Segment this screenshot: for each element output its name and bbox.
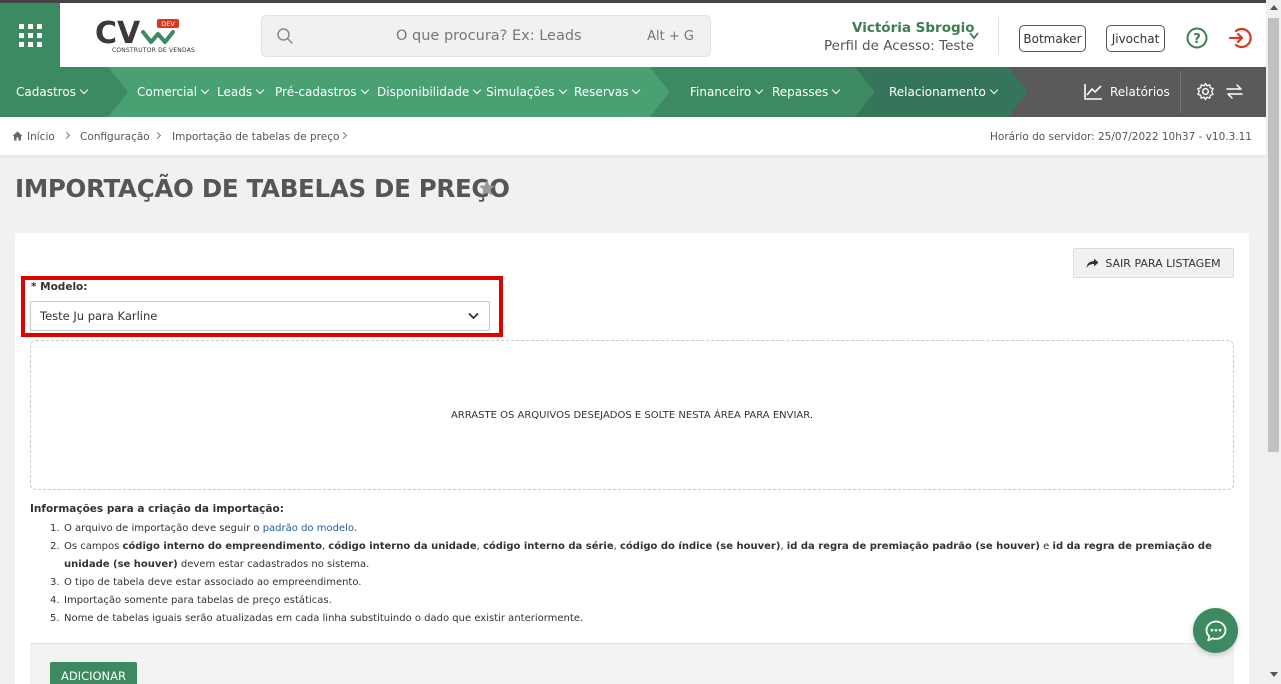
logo-subtitle: CONSTRUTOR DE VENDAS <box>112 47 196 54</box>
exit-to-list-label: SAIR PARA LISTAGEM <box>1105 256 1221 270</box>
svg-text:?: ? <box>1193 32 1201 47</box>
jivochat-button[interactable]: Jivochat <box>1106 25 1165 52</box>
chat-button[interactable] <box>1193 608 1238 653</box>
search-placeholder: O que procura? Ex: Leads <box>396 28 582 44</box>
home-icon <box>12 131 23 141</box>
chevron-down-icon <box>473 85 482 95</box>
main-nav: Cadastros Comercial Leads Pré-cadastros … <box>0 67 1266 117</box>
divider <box>1180 71 1181 113</box>
gear-icon[interactable] <box>1196 82 1215 101</box>
list-item: 1. O arquivo de importação deve seguir o… <box>50 523 357 534</box>
chevron-down-icon <box>632 85 641 95</box>
search-icon <box>277 28 293 44</box>
botmaker-button[interactable]: Botmaker <box>1019 25 1086 52</box>
chevron-right-icon <box>62 131 71 140</box>
nav-relacionamento[interactable]: Relacionamento <box>889 67 999 117</box>
list-item: 2. Os campos código interno do empreendi… <box>50 541 1212 570</box>
chevron-down-icon <box>989 85 999 95</box>
chat-bubble-icon <box>1205 620 1226 641</box>
add-button[interactable]: ADICIONAR <box>50 662 137 684</box>
model-select[interactable]: Teste Ju para Karline <box>30 301 490 331</box>
form-footer <box>30 644 1234 684</box>
scroll-down-arrow-icon[interactable] <box>1270 672 1278 677</box>
chevron-down-icon <box>755 85 764 95</box>
nav-simulacoes[interactable]: Simulações <box>486 67 567 117</box>
logo-text: CV <box>95 16 141 51</box>
scroll-up-arrow-icon[interactable] <box>1270 5 1278 10</box>
file-dropzone[interactable]: ARRASTE OS ARQUIVOS DESEJADOS E SOLTE NE… <box>30 340 1234 490</box>
logo-badge: DEV <box>161 20 175 28</box>
breadcrumb: Início Configuração Importação de tabela… <box>0 117 1266 155</box>
server-time: Horário do servidor: 25/07/2022 10h37 - … <box>990 131 1252 143</box>
dropzone-text: ARRASTE OS ARQUIVOS DESEJADOS E SOLTE NE… <box>450 409 814 421</box>
top-bar: CV DEV CONSTRUTOR DE VENDAS O que procur… <box>0 0 1266 67</box>
list-item: 3. O tipo de tabela deve estar associado … <box>50 577 362 588</box>
apps-grid-icon <box>18 23 42 47</box>
help-icon[interactable]: ? <box>1186 27 1208 49</box>
chevron-down-icon <box>200 85 210 95</box>
chevron-down-icon <box>79 85 89 95</box>
scrollbar-thumb[interactable] <box>1268 18 1279 452</box>
chevron-down-icon[interactable] <box>968 31 980 41</box>
list-item: 5. Nome de tabelas iguais serão atualizad… <box>50 613 584 624</box>
breadcrumb-current[interactable]: Importação de tabelas de preço <box>172 131 339 143</box>
model-label: * Modelo: <box>31 281 88 293</box>
nav-repasses[interactable]: Repasses <box>772 67 841 117</box>
logout-icon[interactable] <box>1228 26 1252 50</box>
divider <box>998 17 999 55</box>
model-select-value: Teste Ju para Karline <box>40 309 158 323</box>
nav-comercial[interactable]: Comercial <box>137 67 210 117</box>
chevron-right-icon <box>339 131 348 140</box>
chevron-down-icon <box>255 85 265 95</box>
search-input[interactable]: O que procura? Ex: Leads Alt + G <box>261 15 711 57</box>
user-name[interactable]: Victória Sbrogio <box>852 20 975 36</box>
nav-reservas[interactable]: Reservas <box>574 67 641 117</box>
chevron-down-icon <box>832 85 841 95</box>
apps-menu-button[interactable] <box>0 3 60 67</box>
page-title: IMPORTAÇÃO DE TABELAS DE PREÇO <box>15 174 510 203</box>
chevron-right-icon <box>153 131 162 140</box>
search-shortcut: Alt + G <box>647 29 694 44</box>
nav-disponibilidade[interactable]: Disponibilidade <box>377 67 482 117</box>
info-title: Informações para a criação da importação… <box>30 503 284 515</box>
model-template-link[interactable]: padrão do modelo <box>263 523 354 534</box>
nav-cadastros[interactable]: Cadastros <box>16 67 89 117</box>
nav-financeiro[interactable]: Financeiro <box>690 67 764 117</box>
chevron-down-icon <box>558 85 567 95</box>
chevron-down-icon <box>468 312 479 320</box>
share-arrow-icon <box>1086 258 1099 268</box>
exit-to-list-button[interactable]: SAIR PARA LISTAGEM <box>1073 248 1234 278</box>
info-list: 1. O arquivo de importação deve seguir o… <box>50 520 1220 628</box>
chevron-down-icon <box>360 85 369 95</box>
breadcrumb-home[interactable]: Início <box>27 131 55 143</box>
breadcrumb-configuracao[interactable]: Configuração <box>80 131 150 143</box>
nav-pre-cadastros[interactable]: Pré-cadastros <box>275 67 369 117</box>
nav-relatorios[interactable]: Relatórios <box>1110 67 1170 117</box>
nav-leads[interactable]: Leads <box>217 67 265 117</box>
user-profile[interactable]: Perfil de Acesso: Teste <box>824 38 974 54</box>
star-icon[interactable] <box>478 179 496 197</box>
swap-icon[interactable] <box>1226 83 1243 100</box>
list-item: 4. Importação somente para tabelas de pre… <box>50 595 332 606</box>
chart-line-icon <box>1084 84 1102 100</box>
